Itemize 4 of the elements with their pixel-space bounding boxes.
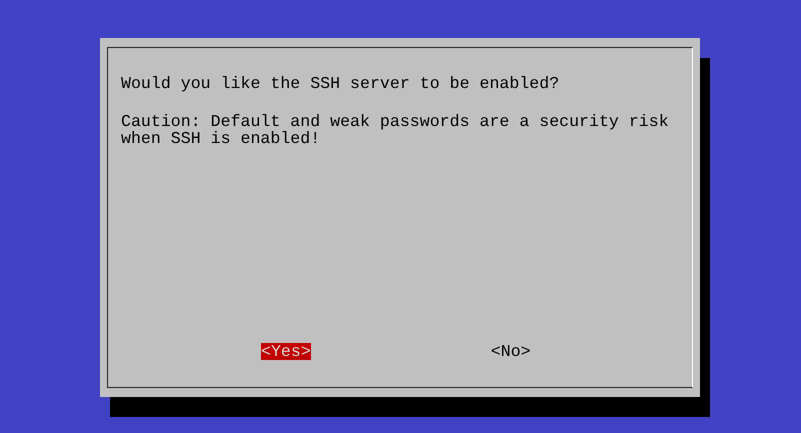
yes-button[interactable]: <Yes> <box>261 343 311 360</box>
question-text: Would you like the SSH server to be enabled? <box>121 75 560 92</box>
no-button[interactable]: <No> <box>490 343 531 360</box>
caution-text: Caution: Default and weak passwords are a security risk when SSH is enabled! <box>121 113 670 147</box>
